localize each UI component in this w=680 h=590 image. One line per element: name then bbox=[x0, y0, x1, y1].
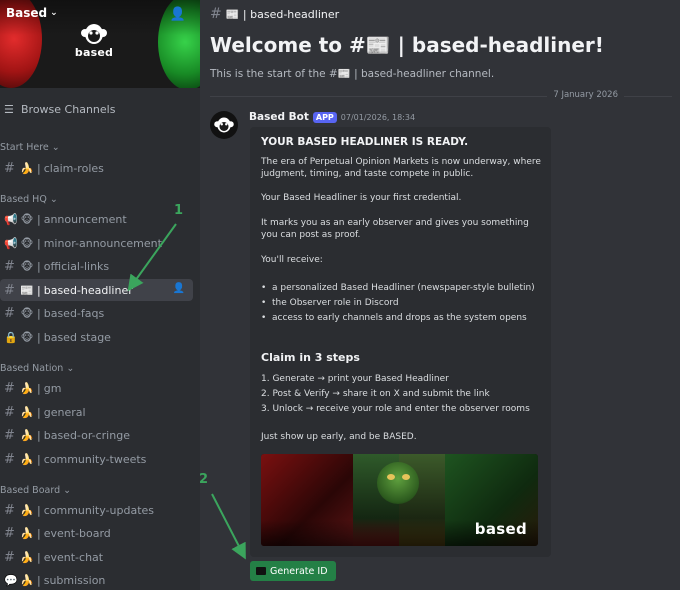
hash-icon: # bbox=[4, 404, 15, 420]
browse-icon: ☰ bbox=[4, 102, 14, 116]
author-name[interactable]: Based Bot bbox=[249, 111, 309, 123]
channel-announcement[interactable]: 📢 🐵 | announcement bbox=[0, 208, 193, 230]
category-based-nation[interactable]: Based Nation ⌄ bbox=[0, 363, 74, 374]
announcement-icon: 📢 bbox=[4, 212, 18, 226]
step-item: 2. Post & Verify → share it on X and sub… bbox=[261, 389, 490, 399]
hash-icon: # bbox=[4, 258, 15, 274]
hash-icon: # bbox=[4, 305, 15, 321]
embed-title: YOUR BASED HEADLINER IS READY. bbox=[261, 136, 469, 148]
embed-image-wordmark: based bbox=[474, 520, 527, 538]
hash-icon: # bbox=[4, 549, 15, 565]
chevron-down-icon: ⌄ bbox=[63, 485, 72, 496]
hash-icon: # bbox=[4, 282, 15, 298]
message-embed: YOUR BASED HEADLINER IS READY. The era o… bbox=[250, 127, 551, 557]
hash-icon: # bbox=[4, 451, 15, 467]
date-divider-label: 7 January 2026 bbox=[547, 90, 624, 100]
category-based-board[interactable]: Based Board ⌄ bbox=[0, 485, 71, 496]
invite-icon[interactable]: 👤 bbox=[173, 283, 185, 294]
server-banner: Based ⌄ 👤 based bbox=[0, 0, 200, 88]
hash-icon: # bbox=[4, 427, 15, 443]
channel-minor-announcement[interactable]: 📢 🐵 | minor-announcement bbox=[0, 232, 193, 254]
avatar[interactable] bbox=[210, 111, 238, 139]
channel-claim-roles[interactable]: # 🍌 | claim-roles bbox=[0, 157, 193, 179]
embed-subheading: Claim in 3 steps bbox=[261, 351, 360, 364]
step-item: 1. Generate → print your Based Headliner bbox=[261, 374, 449, 384]
discord-window: Based ⌄ 👤 based ☰ Browse Channels Start He… bbox=[0, 0, 680, 590]
channel-based-headliner[interactable]: # 📰 | based-headliner 👤 bbox=[0, 279, 193, 301]
channel-submission[interactable]: 💬 🍌 | submission bbox=[0, 569, 193, 590]
channel-based-faqs[interactable]: # 🐵 | based-faqs bbox=[0, 302, 193, 324]
channel-event-board[interactable]: # 🍌 | event-board bbox=[0, 522, 193, 544]
server-logo: based bbox=[74, 22, 114, 59]
embed-closing: Just show up early, and be BASED. bbox=[261, 432, 417, 442]
channel-based-or-cringe[interactable]: # 🍌 | based-or-cringe bbox=[0, 424, 193, 446]
channel-header-title: 📰 | based-headliner bbox=[225, 7, 340, 21]
forum-icon: 💬 bbox=[4, 573, 18, 587]
hash-icon: # bbox=[4, 525, 15, 541]
monkey-avatar-icon bbox=[214, 117, 234, 133]
embed-paragraph: It marks you as an early observer and gi… bbox=[261, 218, 529, 240]
embed-paragraph: You'll receive: bbox=[261, 255, 323, 265]
category-based-hq[interactable]: Based HQ ⌄ bbox=[0, 194, 58, 205]
welcome-title: Welcome to #📰 | based-headliner! bbox=[210, 33, 604, 57]
channel-sidebar: Based ⌄ 👤 based ☰ Browse Channels Start He… bbox=[0, 0, 200, 590]
generate-id-button[interactable]: Generate ID bbox=[250, 561, 336, 581]
channel-gm[interactable]: # 🍌 | gm bbox=[0, 377, 193, 399]
message-header: Based Bot APP 07/01/2026, 18:34 bbox=[249, 111, 415, 123]
lock-icon: 🔒 bbox=[4, 330, 18, 344]
step-item: 3. Unlock → receive your role and enter … bbox=[261, 404, 530, 414]
server-name-button[interactable]: Based ⌄ bbox=[6, 6, 58, 20]
channel-community-tweets[interactable]: # 🍌 | community-tweets bbox=[0, 448, 193, 470]
id-card-icon bbox=[256, 567, 266, 575]
embed-paragraph: The era of Perpetual Opinion Markets is … bbox=[261, 157, 541, 179]
monkey-logo-icon bbox=[81, 24, 107, 44]
channel-community-updates[interactable]: # 🍌 | community-updates bbox=[0, 499, 193, 521]
browse-channels-label: Browse Channels bbox=[21, 102, 116, 116]
browse-channels[interactable]: ☰ Browse Channels bbox=[0, 100, 200, 118]
channel-based-stage[interactable]: 🔒 🐵 | based stage bbox=[0, 326, 193, 348]
channel-official-links[interactable]: # 🐵 | official-links bbox=[0, 255, 193, 277]
add-user-icon[interactable]: 👤 bbox=[170, 7, 186, 22]
embed-paragraph: Your Based Headliner is your first crede… bbox=[261, 193, 462, 203]
list-item: • a personalized Based Headliner (newspap… bbox=[261, 283, 535, 293]
list-item: • access to early channels and drops as t… bbox=[261, 313, 527, 323]
hash-icon: # bbox=[4, 380, 15, 396]
server-name: Based bbox=[6, 6, 48, 20]
chevron-down-icon: ⌄ bbox=[50, 8, 58, 18]
welcome-subtitle: This is the start of the #📰 | based-head… bbox=[210, 68, 495, 80]
chat-area: # 📰 | based-headliner Welcome to #📰 | bas… bbox=[200, 0, 680, 590]
message-timestamp: 07/01/2026, 18:34 bbox=[340, 112, 416, 122]
chevron-down-icon: ⌄ bbox=[66, 363, 75, 374]
annotation-number: 1 bbox=[174, 203, 184, 218]
chevron-down-icon: ⌄ bbox=[49, 194, 58, 205]
channel-event-chat[interactable]: # 🍌 | event-chat bbox=[0, 546, 193, 568]
frog-illustration bbox=[377, 462, 419, 504]
embed-image[interactable]: based bbox=[261, 454, 538, 546]
category-start-here[interactable]: Start Here ⌄ bbox=[0, 142, 60, 153]
channel-general[interactable]: # 🍌 | general bbox=[0, 401, 193, 423]
server-logo-text: based bbox=[74, 46, 114, 59]
channel-header: # 📰 | based-headliner bbox=[200, 0, 680, 28]
hash-icon: # bbox=[210, 6, 222, 22]
hash-icon: # bbox=[4, 502, 15, 518]
annotation-number: 2 bbox=[199, 472, 209, 487]
announcement-icon: 📢 bbox=[4, 236, 18, 250]
list-item: • the Observer role in Discord bbox=[261, 298, 399, 308]
hash-icon: # bbox=[4, 160, 15, 176]
chevron-down-icon: ⌄ bbox=[51, 142, 60, 153]
app-badge: APP bbox=[312, 111, 337, 123]
